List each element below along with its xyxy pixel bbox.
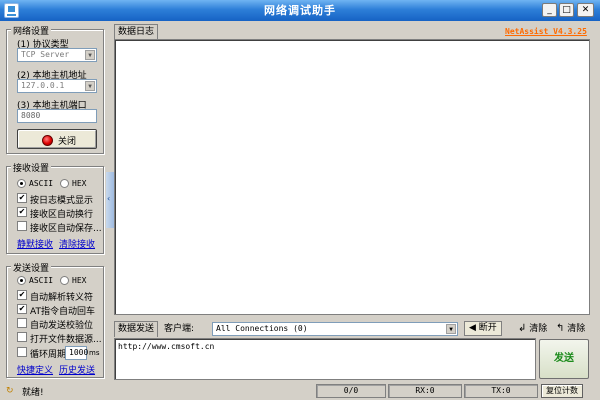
at-command-label: AT指令自动回车: [30, 307, 95, 317]
rx-counter: RX:0: [388, 384, 462, 398]
clear-receive-button[interactable]: ↲ 清除: [518, 321, 547, 337]
client-value: All Connections (0): [216, 324, 308, 333]
tx-counter: TX:0: [464, 384, 538, 398]
send-ascii-radio[interactable]: [17, 276, 26, 285]
arrow-left-icon: ◀: [469, 323, 476, 333]
maximize-button[interactable]: □: [559, 3, 574, 17]
auto-save-checkbox[interactable]: [17, 221, 27, 231]
checksum-checkbox[interactable]: [17, 318, 27, 328]
host-address-select[interactable]: 127.0.0.1 ▼: [17, 79, 97, 93]
shortcut-define-link[interactable]: 快捷定义: [17, 363, 53, 376]
panel-splitter[interactable]: ‹: [106, 172, 114, 228]
loop-period-label: 循环周期: [30, 350, 67, 360]
collapse-arrow-icon[interactable]: ‹: [107, 194, 110, 203]
send-toolbar: 数据发送 客户端: All Connections (0) ▼ ◀ 断开 ↲ 清…: [114, 321, 590, 337]
chevron-down-icon[interactable]: ▼: [85, 81, 95, 91]
log-mode-checkbox[interactable]: [17, 193, 27, 203]
status-text: 就绪!: [22, 388, 44, 398]
disconnect-button[interactable]: ◀ 断开: [464, 321, 502, 336]
status-bar: ↻ 就绪! 0/0 RX:0 TX:0 复位计数: [0, 383, 600, 400]
auto-escape-checkbox[interactable]: [17, 290, 27, 300]
open-file-label: 打开文件数据源...: [30, 335, 102, 345]
connection-toggle-button[interactable]: 关闭: [17, 129, 97, 149]
checksum-label: 自动发送校验位: [30, 321, 94, 331]
send-ascii-label: ASCII: [29, 276, 54, 285]
chevron-down-icon[interactable]: ▼: [446, 324, 456, 334]
status-light-icon: [42, 135, 53, 146]
version-link[interactable]: NetAssist V4.3.25: [505, 27, 587, 36]
disconnect-label: 断开: [478, 323, 497, 333]
clear-arrow-icon: ↰: [556, 323, 565, 334]
connection-toggle-label: 关闭: [58, 137, 77, 147]
auto-escape-label: 自动解析转义符: [30, 293, 94, 303]
open-file-checkbox[interactable]: [17, 332, 27, 342]
status-counter: 0/0: [316, 384, 386, 398]
send-textarea[interactable]: http://www.cmsoft.cn: [114, 338, 536, 380]
host-port-input[interactable]: 8080: [17, 109, 97, 123]
close-button[interactable]: ✕: [577, 3, 594, 17]
receive-settings-title: 接收设置: [11, 161, 52, 174]
title-bar: 网络调试助手 _ □ ✕: [0, 0, 600, 21]
send-settings-title: 发送设置: [11, 261, 52, 274]
client-label: 客户端:: [164, 324, 195, 334]
tab-data-send[interactable]: 数据发送: [114, 321, 158, 337]
auto-wrap-label: 接收区自动换行: [30, 210, 94, 220]
clear-send-button[interactable]: ↰ 清除: [556, 321, 585, 337]
client-select[interactable]: All Connections (0) ▼: [212, 322, 458, 336]
loop-period-input[interactable]: 1000: [65, 346, 88, 360]
clear-receive-link[interactable]: 清除接收: [59, 237, 95, 250]
recv-ascii-label: ASCII: [29, 179, 54, 188]
send-history-link[interactable]: 历史发送: [59, 363, 95, 376]
auto-save-label: 接收区自动保存...: [30, 224, 102, 234]
at-command-checkbox[interactable]: [17, 304, 27, 314]
recv-hex-label: HEX: [72, 179, 87, 188]
send-hex-radio[interactable]: [60, 276, 69, 285]
silent-receive-link[interactable]: 静默接收: [17, 237, 53, 250]
protocol-select[interactable]: TCP Server ▼: [17, 48, 97, 62]
clear-send-label: 清除: [567, 324, 586, 334]
auto-wrap-checkbox[interactable]: [17, 207, 27, 217]
network-settings-title: 网络设置: [11, 24, 52, 37]
loop-period-unit: ms: [89, 349, 100, 357]
tab-data-log[interactable]: 数据日志: [114, 24, 158, 40]
reset-count-button[interactable]: 复位计数: [541, 384, 583, 398]
window-title: 网络调试助手: [264, 4, 336, 17]
clear-receive-label: 清除: [529, 324, 548, 334]
host-address-value: 127.0.0.1: [21, 81, 65, 90]
protocol-value: TCP Server: [21, 50, 70, 59]
minimize-button[interactable]: _: [542, 3, 557, 17]
recv-ascii-radio[interactable]: [17, 179, 26, 188]
ready-icon: ↻: [6, 386, 14, 396]
send-button[interactable]: 发送: [539, 339, 589, 379]
recv-hex-radio[interactable]: [60, 179, 69, 188]
log-mode-label: 按日志模式显示: [30, 196, 94, 206]
receive-textarea[interactable]: [114, 39, 590, 315]
clear-arrow-icon: ↲: [518, 323, 527, 334]
loop-period-checkbox[interactable]: [17, 347, 27, 357]
send-hex-label: HEX: [72, 276, 87, 285]
chevron-down-icon[interactable]: ▼: [85, 50, 95, 60]
